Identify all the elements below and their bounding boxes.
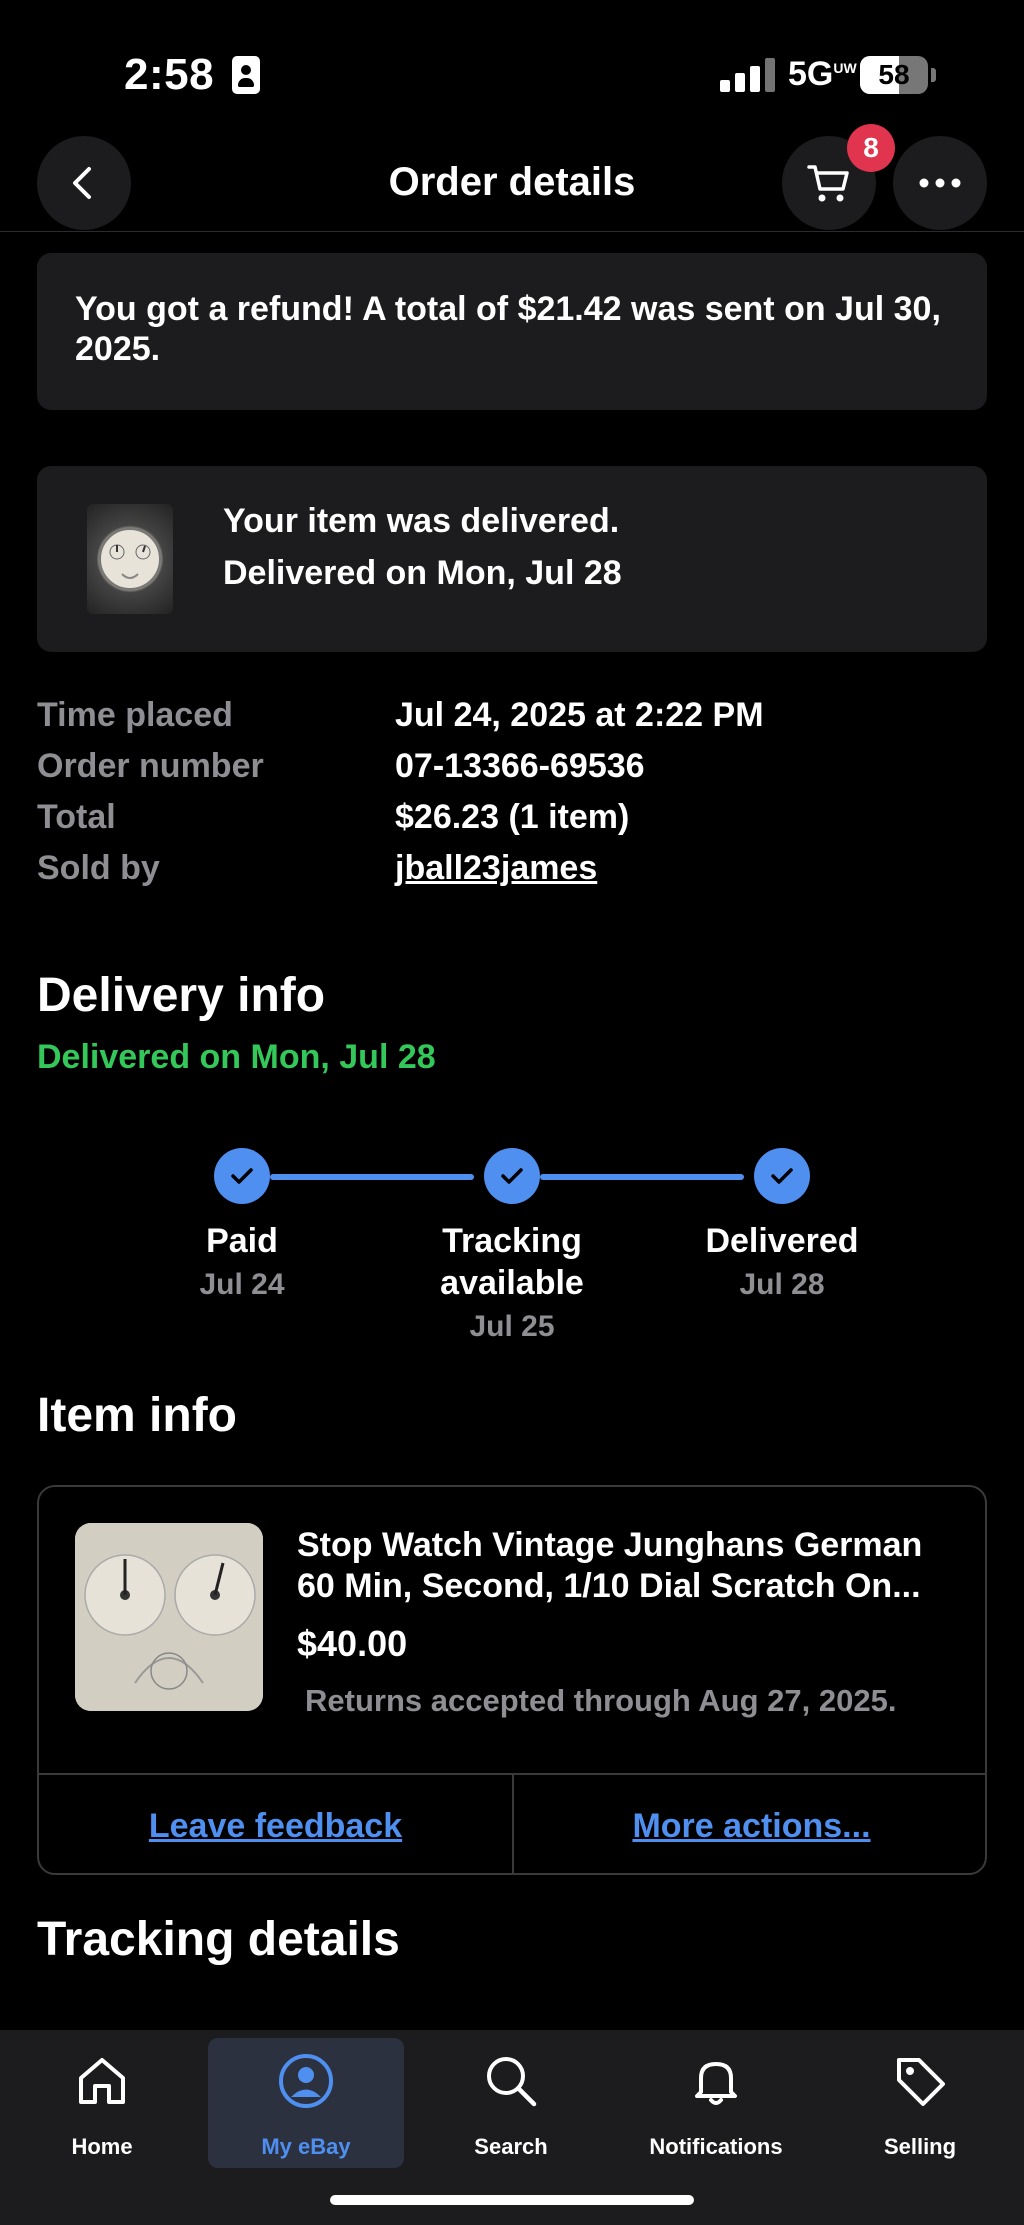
progress-connector	[540, 1174, 744, 1180]
item-price: $40.00	[297, 1623, 408, 1664]
home-icon	[79, 2058, 125, 2104]
nav-label: Home	[71, 2134, 133, 2159]
nav-label: Search	[474, 2134, 548, 2159]
more-options-button[interactable]	[893, 136, 987, 230]
nav-my-ebay[interactable]: My eBay	[208, 2038, 404, 2168]
tag-icon	[897, 2058, 945, 2106]
nav-label: Selling	[883, 2134, 957, 2159]
detail-value: Jul 24, 2025 at 2:22 PM	[395, 696, 764, 734]
progress-connector	[270, 1174, 474, 1180]
nav-home[interactable]: Home	[4, 2038, 200, 2168]
delivery-summary-card[interactable]: Your item was delivered. Delivered on Mo…	[37, 466, 987, 652]
leave-feedback-link[interactable]: Leave feedback	[39, 1775, 512, 1873]
step-tracking-check	[484, 1148, 540, 1204]
signal-icon	[720, 58, 776, 92]
order-details-table: Time placed Jul 24, 2025 at 2:22 PM Orde…	[37, 696, 987, 900]
more-horizontal-icon	[919, 178, 961, 188]
detail-label: Total	[37, 798, 116, 836]
item-actions: Leave feedback More actions...	[39, 1773, 985, 1873]
nav-label: Notifications	[649, 2134, 783, 2159]
detail-row-total: Total $26.23 (1 item)	[37, 798, 987, 849]
delivered-message: Your item was delivered.	[223, 502, 620, 540]
id-card-icon	[232, 56, 260, 94]
step-label: Tracking available	[440, 1222, 584, 1302]
home-indicator[interactable]	[330, 2195, 694, 2205]
delivery-info-heading: Delivery info	[37, 969, 326, 1022]
detail-label: Time placed	[37, 696, 233, 734]
nav-search[interactable]: Search	[413, 2038, 609, 2168]
detail-label: Sold by	[37, 849, 160, 887]
detail-value: $26.23 (1 item)	[395, 798, 630, 836]
step-date: Jul 28	[739, 1268, 825, 1301]
delivered-date: Delivered on Mon, Jul 28	[223, 554, 622, 592]
detail-label: Order number	[37, 747, 264, 785]
seller-link[interactable]: jball23james	[395, 849, 597, 888]
step-date: Jul 25	[469, 1310, 555, 1343]
cart-icon	[807, 165, 849, 202]
check-icon	[231, 1168, 253, 1184]
more-actions-link[interactable]: More actions...	[514, 1775, 985, 1873]
check-icon	[771, 1168, 793, 1184]
status-time: 2:58	[124, 50, 215, 99]
check-icon	[501, 1168, 523, 1184]
detail-row-time-placed: Time placed Jul 24, 2025 at 2:22 PM	[37, 696, 987, 747]
returns-policy: Returns accepted through Aug 27, 2025.	[305, 1683, 897, 1718]
detail-value: 07-13366-69536	[395, 747, 645, 785]
account-icon	[279, 2054, 333, 2108]
step-label: Delivered	[705, 1222, 859, 1260]
item-thumbnail-small	[87, 504, 173, 614]
item-card: Stop Watch Vintage Junghans German 60 Mi…	[37, 1485, 987, 1875]
bell-icon	[695, 2062, 737, 2105]
status-bar: 2:58 5GUW 58	[0, 0, 1024, 130]
nav-notifications[interactable]: Notifications	[618, 2038, 814, 2168]
step-date: Jul 24	[199, 1268, 285, 1301]
nav-label: My eBay	[261, 2134, 351, 2159]
tracking-details-heading: Tracking details	[37, 1913, 400, 1966]
cart-count-badge: 8	[847, 124, 895, 172]
nav-selling[interactable]: Selling	[822, 2038, 1018, 2168]
detail-row-sold-by: Sold by jball23james	[37, 849, 987, 900]
network-indicator: 5GUW	[788, 55, 857, 93]
step-paid-check	[214, 1148, 270, 1204]
search-icon	[487, 2057, 537, 2107]
step-delivered-check	[754, 1148, 810, 1204]
battery-icon: 58	[860, 56, 928, 94]
item-title[interactable]: Stop Watch Vintage Junghans German 60 Mi…	[297, 1525, 967, 1607]
detail-row-order-number: Order number 07-13366-69536	[37, 747, 987, 798]
item-info-heading: Item info	[37, 1389, 237, 1442]
refund-banner: You got a refund! A total of $21.42 was …	[37, 253, 987, 410]
item-image[interactable]	[75, 1523, 263, 1711]
delivery-status-text: Delivered on Mon, Jul 28	[37, 1038, 436, 1076]
step-label: Paid	[206, 1222, 278, 1260]
delivery-progress: Paid Jul 24 Tracking available Jul 25 De…	[0, 1148, 1024, 1348]
